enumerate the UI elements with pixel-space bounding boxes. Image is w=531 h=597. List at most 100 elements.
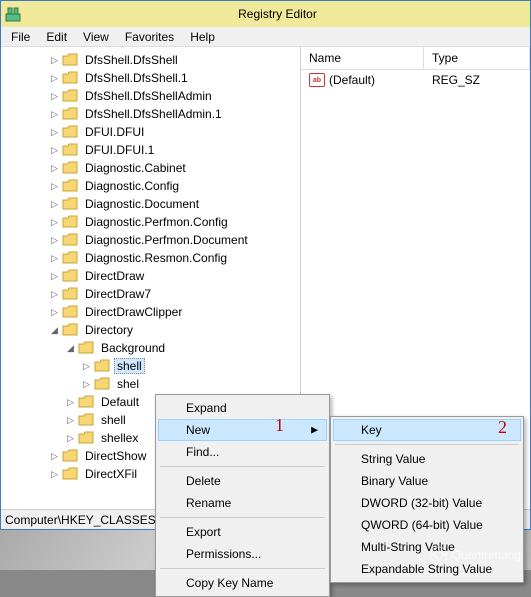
folder-icon	[78, 413, 94, 427]
tree-item-label: DfsShell.DfsShell	[82, 52, 181, 68]
menu-delete[interactable]: Delete	[158, 470, 327, 492]
tree-item-label: DirectDrawClipper	[82, 304, 185, 320]
expand-icon[interactable]: ▷	[49, 469, 60, 480]
tree-item[interactable]: ▷ DfsShell.DfsShell.1	[1, 69, 300, 87]
tree-item-label: shel	[114, 376, 142, 392]
expand-icon[interactable]: ▷	[49, 73, 60, 84]
menu-find[interactable]: Find...	[158, 441, 327, 463]
menu-qword-value[interactable]: QWORD (64-bit) Value	[333, 514, 521, 536]
value-name: (Default)	[329, 73, 432, 87]
tree-item-label: DfsShell.DfsShell.1	[82, 70, 191, 86]
tree-item[interactable]: ▷DirectDraw	[1, 267, 300, 285]
tree-item[interactable]: ▷ DirectDrawClipper	[1, 303, 300, 321]
folder-icon	[78, 341, 94, 355]
tree-item[interactable]: ▷ Diagnostic.Perfmon.Document	[1, 231, 300, 249]
tree-item[interactable]: ▷ DirectDraw7	[1, 285, 300, 303]
expand-icon[interactable]: ▷	[65, 397, 76, 408]
expand-icon[interactable]: ▷	[49, 253, 60, 264]
tree-item-label: Diagnostic.Document	[82, 196, 202, 212]
expand-icon[interactable]: ▷	[49, 163, 60, 174]
expand-icon[interactable]: ◢	[65, 343, 76, 354]
expand-icon[interactable]: ▷	[49, 289, 60, 300]
col-header-name[interactable]: Name	[301, 47, 424, 69]
tree-item[interactable]: ▷ Diagnostic.Resmon.Config	[1, 249, 300, 267]
menu-key[interactable]: Key	[333, 419, 521, 441]
window-title: Registry Editor	[29, 7, 526, 21]
menu-edit[interactable]: Edit	[38, 28, 75, 46]
tree-item-label: DfsShell.DfsShellAdmin	[82, 88, 215, 104]
tree-item[interactable]: ▷Diagnostic.Perfmon.Config	[1, 213, 300, 231]
tree-item[interactable]: ▷ DfsShell.DfsShellAdmin	[1, 87, 300, 105]
expand-icon[interactable]: ▷	[49, 109, 60, 120]
menu-file[interactable]: File	[3, 28, 38, 46]
folder-icon	[62, 323, 78, 337]
tree-item[interactable]: ◢Background	[1, 339, 300, 357]
expand-icon[interactable]: ▷	[65, 415, 76, 426]
tree-item[interactable]: ▷DfsShell.DfsShellAdmin.1	[1, 105, 300, 123]
expand-icon[interactable]: ▷	[49, 235, 60, 246]
tree-item[interactable]: ▷ shel	[1, 375, 300, 393]
menubar: File Edit View Favorites Help	[1, 27, 530, 47]
menu-favorites[interactable]: Favorites	[117, 28, 182, 46]
expand-icon[interactable]: ▷	[49, 127, 60, 138]
tree-item-label: Diagnostic.Config	[82, 178, 182, 194]
expand-icon[interactable]: ▷	[49, 217, 60, 228]
expand-icon[interactable]: ▷	[65, 433, 76, 444]
folder-icon	[62, 125, 78, 139]
status-path: Computer\HKEY_CLASSES	[5, 513, 156, 527]
folder-icon	[62, 449, 78, 463]
list-header: Name Type	[301, 47, 530, 70]
expand-icon[interactable]: ▷	[49, 181, 60, 192]
menu-permissions[interactable]: Permissions...	[158, 543, 327, 565]
submenu-arrow-icon: ▶	[311, 425, 318, 436]
tree-item[interactable]: ▷ Diagnostic.Document	[1, 195, 300, 213]
separator	[160, 466, 325, 467]
expand-icon[interactable]: ▷	[81, 379, 92, 390]
folder-icon	[78, 395, 94, 409]
expand-icon[interactable]: ▷	[49, 145, 60, 156]
expand-icon[interactable]: ▷	[81, 361, 92, 372]
expand-icon[interactable]: ▷	[49, 307, 60, 318]
col-header-type[interactable]: Type	[424, 47, 530, 69]
tree-item[interactable]: ▷ shell	[1, 357, 300, 375]
tree-item-label: Diagnostic.Resmon.Config	[82, 250, 230, 266]
expand-icon[interactable]: ▷	[49, 199, 60, 210]
folder-icon	[62, 89, 78, 103]
tree-item[interactable]: ▷ Diagnostic.Config	[1, 177, 300, 195]
folder-icon	[62, 305, 78, 319]
menu-view[interactable]: View	[75, 28, 117, 46]
tree-item[interactable]: ▷ DfsShell.DfsShell	[1, 51, 300, 69]
folder-icon	[62, 233, 78, 247]
app-icon	[5, 6, 21, 22]
expand-icon[interactable]: ▷	[49, 451, 60, 462]
tree-item-label: shellex	[98, 430, 141, 446]
tree-item-label: Diagnostic.Cabinet	[82, 160, 189, 176]
tree-item[interactable]: ▷ Diagnostic.Cabinet	[1, 159, 300, 177]
tree-item-label: DirectDraw7	[82, 286, 154, 302]
tree-item-label: shell	[114, 358, 145, 374]
menu-rename[interactable]: Rename	[158, 492, 327, 514]
expand-icon[interactable]: ▷	[49, 271, 60, 282]
expand-icon[interactable]: ▷	[49, 55, 60, 66]
menu-export[interactable]: Export	[158, 521, 327, 543]
context-menu: Expand New ▶ Find... Delete Rename Expor…	[155, 394, 330, 597]
tree-item[interactable]: ◢Directory	[1, 321, 300, 339]
menu-expand[interactable]: Expand	[158, 397, 327, 419]
menu-help[interactable]: Help	[182, 28, 223, 46]
menu-string-value[interactable]: String Value	[333, 448, 521, 470]
menu-new[interactable]: New ▶	[158, 419, 327, 441]
separator	[335, 444, 519, 445]
folder-icon	[62, 107, 78, 121]
expand-icon[interactable]: ▷	[49, 91, 60, 102]
tree-item-label: DirectShow	[82, 448, 149, 464]
tree-item[interactable]: ▷DFUI.DFUI.1	[1, 141, 300, 159]
menu-binary-value[interactable]: Binary Value	[333, 470, 521, 492]
menu-copy-key-name[interactable]: Copy Key Name	[158, 572, 327, 594]
expand-icon[interactable]: ◢	[49, 325, 60, 336]
list-row[interactable]: ab (Default) REG_SZ	[301, 70, 530, 90]
tree-item[interactable]: ▷DFUI.DFUI	[1, 123, 300, 141]
menu-dword-value[interactable]: DWORD (32-bit) Value	[333, 492, 521, 514]
tree-item-label: shell	[98, 412, 129, 428]
folder-icon	[94, 377, 110, 391]
tree-item-label: Diagnostic.Perfmon.Document	[82, 232, 251, 248]
